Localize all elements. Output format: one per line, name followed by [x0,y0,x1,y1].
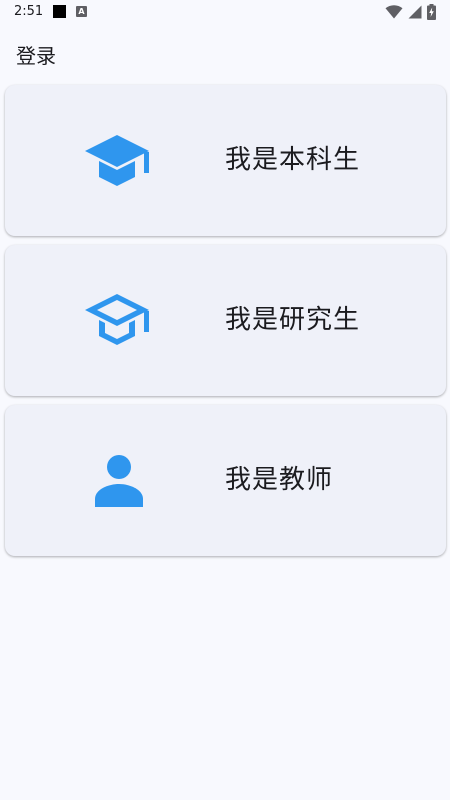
a-letter-icon: A [76,6,87,17]
graduation-cap-outline-icon [83,289,155,353]
teacher-card[interactable]: 我是教师 [5,405,446,556]
role-label: 我是本科生 [225,145,361,175]
role-label: 我是教师 [225,465,334,495]
battery-charging-icon [427,4,436,20]
wifi-icon [385,5,403,19]
status-bar: 2:51 A [0,0,450,24]
signal-icon [408,5,422,19]
person-icon [83,449,155,513]
page-title: 登录 [16,44,56,68]
status-time: 2:51 [14,4,44,19]
graduation-cap-filled-icon [83,129,155,193]
graduate-card[interactable]: 我是研究生 [5,245,446,396]
black-square-icon [53,5,66,18]
undergraduate-card[interactable]: 我是本科生 [5,85,446,236]
role-label: 我是研究生 [225,305,361,335]
system-status-icons [385,4,436,20]
